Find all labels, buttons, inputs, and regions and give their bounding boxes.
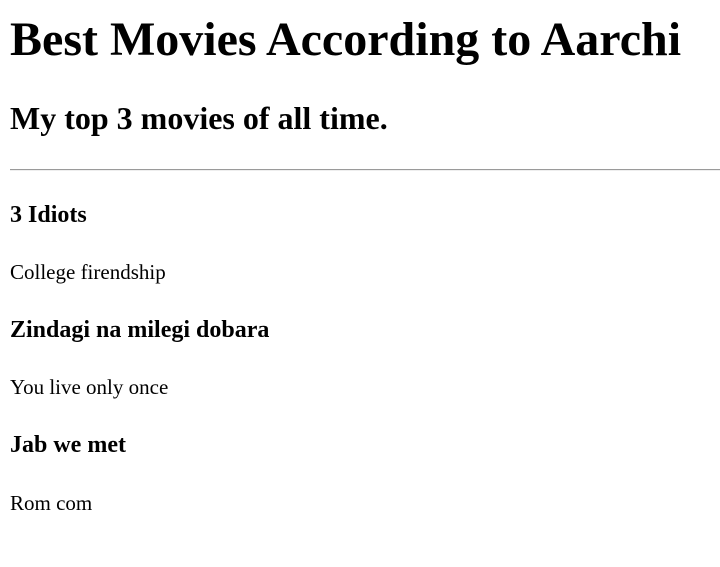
movie-description-3: Rom com	[10, 491, 93, 515]
page-subtitle: My top 3 movies of all time.	[10, 100, 388, 136]
movie-title-3: Jab we met	[10, 432, 126, 458]
movie-description-2: You live only once	[10, 375, 169, 399]
movie-title-2: Zindagi na milegi dobara	[10, 317, 270, 343]
page: Best Movies According to Aarchi My top 3…	[0, 0, 720, 567]
movie-title-1: 3 Idiots	[10, 202, 87, 228]
page-title: Best Movies According to Aarchi	[10, 13, 682, 66]
divider	[10, 169, 720, 171]
movie-description-1: College firendship	[10, 260, 166, 284]
